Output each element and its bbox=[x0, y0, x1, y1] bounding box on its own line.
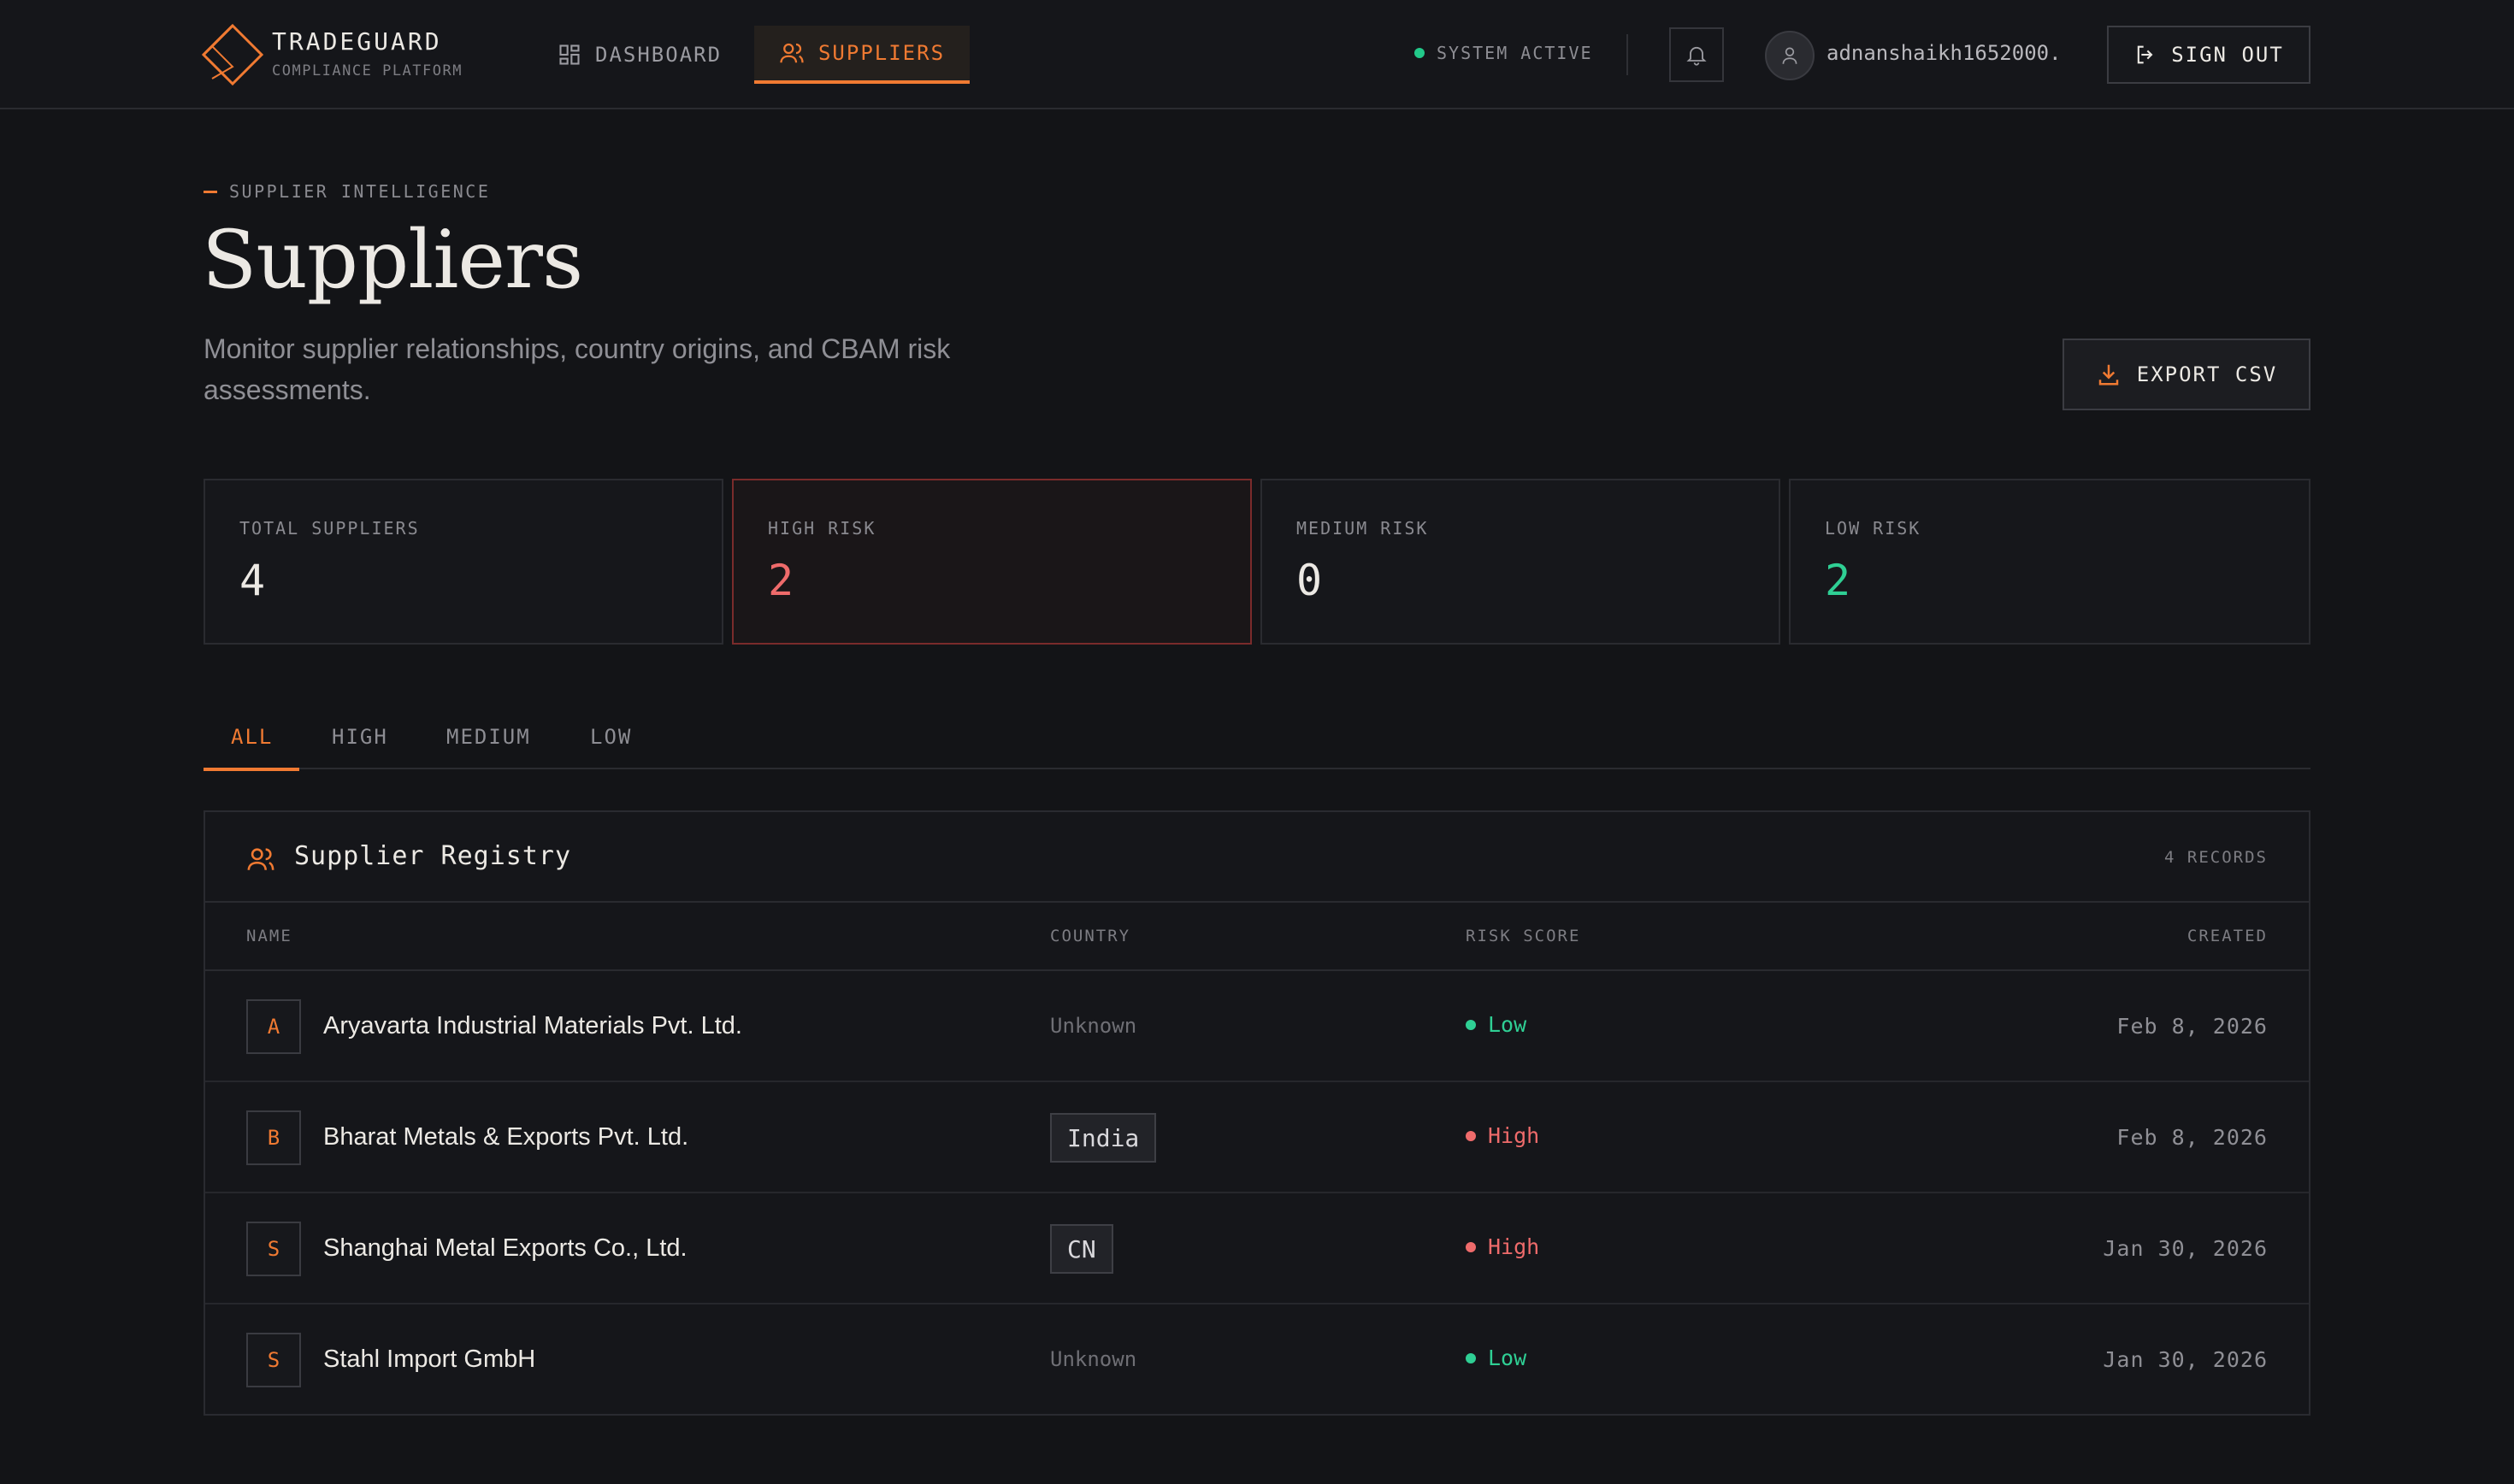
supplier-name[interactable]: Shanghai Metal Exports Co., Ltd. bbox=[323, 1234, 688, 1263]
export-csv-button[interactable]: EXPORT CSV bbox=[2063, 339, 2310, 410]
supplier-name[interactable]: Stahl Import GmbH bbox=[323, 1346, 535, 1374]
created-date: Jan 30, 2026 bbox=[2103, 1347, 2268, 1372]
supplier-country: Unknown bbox=[1050, 1014, 1137, 1038]
system-status-text: SYSTEM ACTIVE bbox=[1437, 43, 1593, 63]
risk-dot-icon bbox=[1466, 1130, 1476, 1141]
table-row[interactable]: S Shanghai Metal Exports Co., Ltd. CN Hi… bbox=[205, 1193, 2309, 1304]
diamond-logo-icon bbox=[202, 24, 263, 85]
risk-badge: High bbox=[1466, 1123, 1539, 1148]
table-header: NAME COUNTRY RISK SCORE CREATED bbox=[205, 903, 2309, 971]
column-header-country[interactable]: COUNTRY bbox=[1050, 927, 1130, 945]
sign-out-label: SIGN OUT bbox=[2171, 43, 2284, 67]
supplier-name[interactable]: Aryavarta Industrial Materials Pvt. Ltd. bbox=[323, 1012, 742, 1040]
eyebrow-text: SUPPLIER INTELLIGENCE bbox=[229, 181, 491, 202]
risk-label: Low bbox=[1488, 1346, 1527, 1370]
eyebrow-accent-bar bbox=[204, 190, 217, 193]
stat-card-total: TOTAL SUPPLIERS 4 bbox=[204, 479, 723, 645]
tab-all[interactable]: ALL bbox=[204, 718, 299, 771]
stat-card-low-risk: LOW RISK 2 bbox=[1789, 479, 2310, 645]
panel-title: Supplier Registry bbox=[294, 841, 572, 871]
stat-label: LOW RISK bbox=[1825, 518, 1921, 539]
stat-card-high-risk: HIGH RISK 2 bbox=[732, 479, 1252, 645]
stat-value: 0 bbox=[1296, 556, 1323, 605]
created-date: Jan 30, 2026 bbox=[2103, 1236, 2268, 1261]
stat-value: 2 bbox=[1825, 556, 1851, 605]
risk-dot-icon bbox=[1466, 1241, 1476, 1252]
download-icon bbox=[2098, 364, 2118, 386]
top-navigation-bar: TRADEGUARD COMPLIANCE PLATFORM DASHBOARD… bbox=[0, 0, 2514, 109]
sign-out-icon bbox=[2137, 45, 2153, 64]
stat-label: MEDIUM RISK bbox=[1296, 518, 1429, 539]
table-row[interactable]: S Stahl Import GmbH Unknown Low Jan 30, … bbox=[205, 1304, 2309, 1416]
page-title: Suppliers bbox=[202, 214, 583, 307]
column-header-name[interactable]: NAME bbox=[246, 927, 292, 945]
tab-low[interactable]: LOW bbox=[590, 718, 632, 769]
risk-dot-icon bbox=[1466, 1019, 1476, 1030]
record-count: 4 RECORDS bbox=[2164, 848, 2268, 867]
stat-label: TOTAL SUPPLIERS bbox=[239, 518, 420, 539]
table-row[interactable]: B Bharat Metals & Exports Pvt. Ltd. Indi… bbox=[205, 1082, 2309, 1193]
stat-value: 2 bbox=[768, 556, 794, 605]
brand-subtitle: COMPLIANCE PLATFORM bbox=[272, 62, 463, 80]
column-header-created[interactable]: CREATED bbox=[2187, 927, 2268, 945]
status-dot-icon bbox=[1414, 48, 1425, 58]
supplier-initial-badge: S bbox=[246, 1333, 301, 1387]
country-tag: CN bbox=[1050, 1224, 1113, 1274]
system-status: SYSTEM ACTIVE bbox=[1414, 43, 1593, 63]
nav-suppliers-label: SUPPLIERS bbox=[817, 41, 946, 65]
user-icon bbox=[1782, 47, 1797, 64]
notifications-button[interactable] bbox=[1669, 27, 1724, 82]
tab-medium[interactable]: MEDIUM bbox=[446, 718, 531, 769]
panel-header: Supplier Registry 4 RECORDS bbox=[205, 812, 2309, 903]
bell-icon bbox=[1686, 46, 1707, 66]
risk-label: Low bbox=[1488, 1012, 1527, 1037]
grid-icon bbox=[559, 44, 580, 65]
table-row[interactable]: A Aryavarta Industrial Materials Pvt. Lt… bbox=[205, 971, 2309, 1082]
risk-label: High bbox=[1488, 1123, 1540, 1148]
header-divider bbox=[1626, 34, 1628, 75]
stat-card-medium-risk: MEDIUM RISK 0 bbox=[1260, 479, 1780, 645]
supplier-initial-badge: A bbox=[246, 999, 301, 1054]
risk-dot-icon bbox=[1466, 1352, 1476, 1363]
user-email: adnanshaikh1652000... bbox=[1826, 41, 2066, 65]
brand-name: TRADEGUARD bbox=[272, 27, 442, 56]
created-date: Feb 8, 2026 bbox=[2116, 1014, 2268, 1039]
risk-badge: High bbox=[1466, 1234, 1539, 1259]
supplier-initial-badge: B bbox=[246, 1110, 301, 1165]
risk-label: High bbox=[1488, 1234, 1540, 1259]
created-date: Feb 8, 2026 bbox=[2116, 1125, 2268, 1150]
users-icon bbox=[780, 43, 804, 63]
section-eyebrow: SUPPLIER INTELLIGENCE bbox=[204, 181, 490, 202]
nav-dashboard-label: DASHBOARD bbox=[595, 43, 723, 67]
user-avatar[interactable] bbox=[1765, 31, 1815, 80]
risk-filter-tabs: ALL HIGH MEDIUM LOW bbox=[204, 718, 2310, 771]
sign-out-button[interactable]: SIGN OUT bbox=[2107, 26, 2310, 84]
column-header-risk[interactable]: RISK SCORE bbox=[1466, 927, 1580, 945]
page-description: Monitor supplier relationships, country … bbox=[204, 333, 951, 405]
nav-dashboard[interactable]: DASHBOARD bbox=[558, 26, 722, 84]
supplier-initial-badge: S bbox=[246, 1222, 301, 1276]
stat-value: 4 bbox=[239, 556, 266, 605]
tab-high[interactable]: HIGH bbox=[332, 718, 388, 769]
stat-label: HIGH RISK bbox=[768, 518, 876, 539]
country-tag: India bbox=[1050, 1113, 1157, 1163]
risk-badge: Low bbox=[1466, 1012, 1526, 1037]
nav-suppliers[interactable]: SUPPLIERS bbox=[754, 26, 970, 84]
export-csv-label: EXPORT CSV bbox=[2136, 362, 2278, 386]
supplier-country: Unknown bbox=[1050, 1347, 1137, 1371]
supplier-name[interactable]: Bharat Metals & Exports Pvt. Ltd. bbox=[323, 1123, 688, 1151]
supplier-registry-panel: Supplier Registry 4 RECORDS NAME COUNTRY… bbox=[204, 810, 2310, 1416]
risk-badge: Low bbox=[1466, 1346, 1526, 1370]
users-icon bbox=[247, 848, 274, 870]
